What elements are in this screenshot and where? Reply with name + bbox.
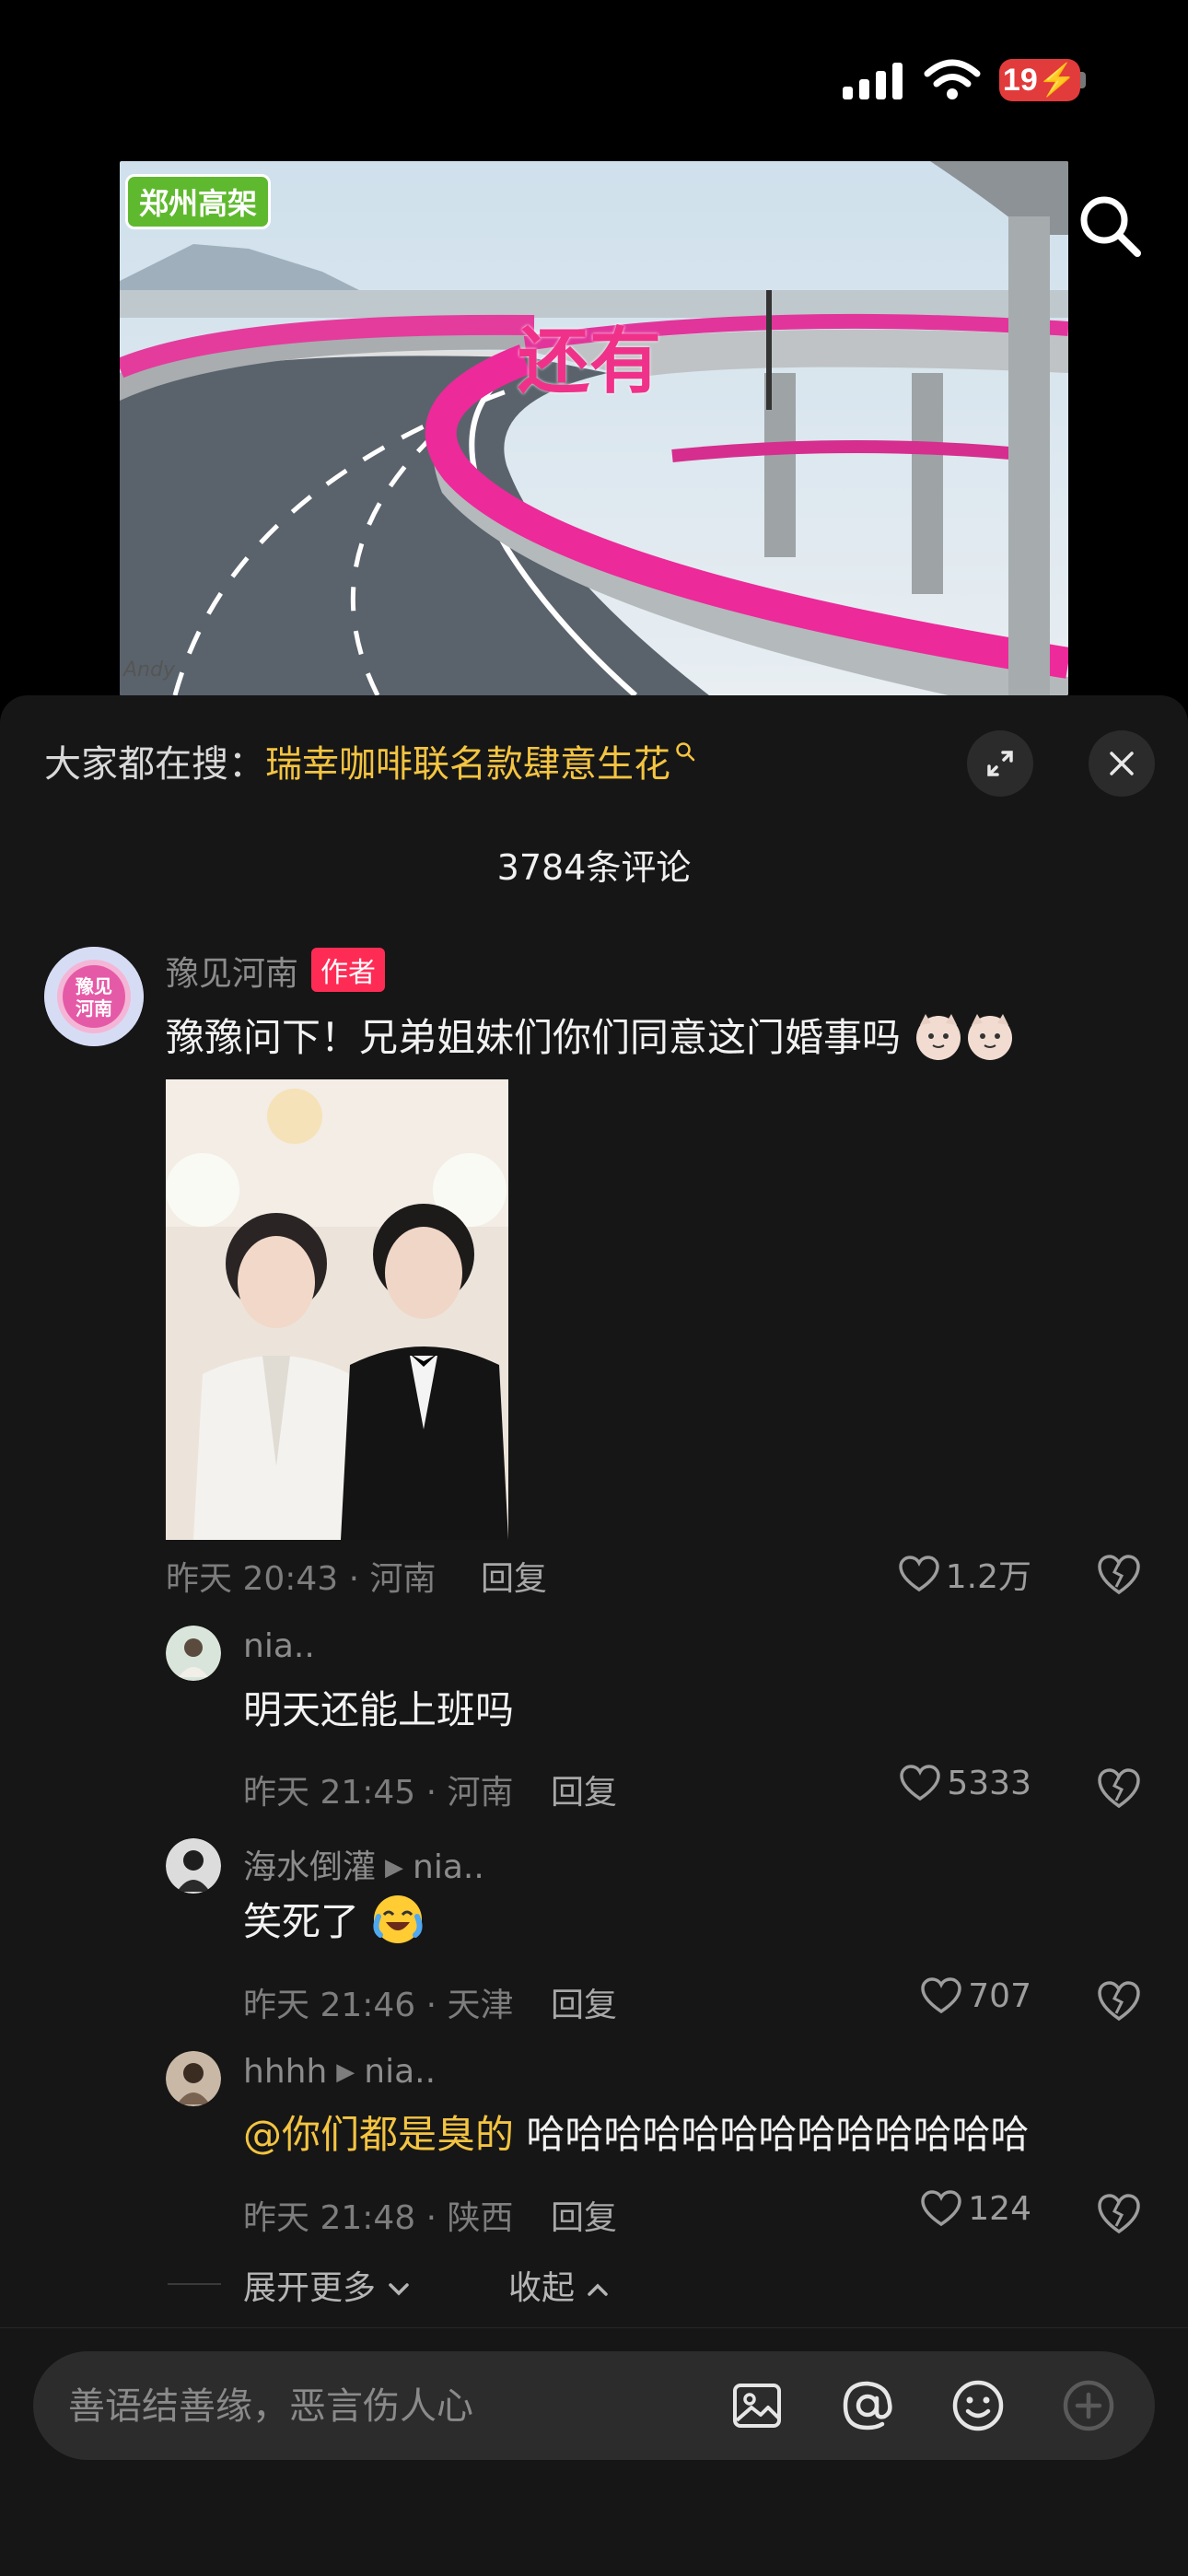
close-icon: [1110, 752, 1134, 775]
reply-button[interactable]: 回复: [551, 2191, 617, 2239]
comment-meta: 昨天 21:46 · 天津: [243, 1987, 514, 2024]
comment-meta: 昨天 20:43 · 河南: [166, 1560, 437, 1598]
reply-button[interactable]: 回复: [551, 1766, 617, 1813]
video-player[interactable]: 郑州高架 还有 Andy: [120, 161, 1068, 695]
heart-icon: [900, 1765, 941, 1801]
reply-to-arrow-icon: ▶: [336, 2058, 355, 2086]
video-frame: [120, 161, 1068, 695]
comment-body: 笑死了: [243, 1899, 360, 1944]
comment-username[interactable]: nia..: [243, 1627, 315, 1665]
avatar-image: [166, 2051, 221, 2106]
status-bar: 19⚡: [0, 0, 1188, 161]
comment-text: 笑死了: [243, 1891, 425, 1947]
heart-icon: [921, 1977, 962, 2014]
like-count: 1.2万: [945, 1558, 1031, 1596]
expand-icon: [987, 751, 1013, 776]
svg-text:豫见: 豫见: [76, 975, 112, 997]
collapse-button[interactable]: 收起: [508, 2261, 611, 2309]
avatar-image: 豫见 河南: [44, 947, 144, 1046]
avatar[interactable]: 豫见 河南: [44, 947, 144, 1046]
comment-input[interactable]: [66, 2351, 715, 2462]
username-text[interactable]: hhhh: [243, 2053, 327, 2091]
video-corner-mark: Andy: [123, 659, 175, 682]
wedding-photo: [166, 1079, 508, 1540]
like-count: 5333: [947, 1764, 1031, 1802]
hot-search-bar[interactable]: 大家都在搜： 瑞幸咖啡联名款肆意生花: [44, 734, 696, 787]
dislike-icon[interactable]: [1096, 1978, 1142, 2024]
thread-divider: [168, 2283, 221, 2285]
mention-link[interactable]: @你们都是臭的: [243, 2112, 514, 2157]
like-button[interactable]: 707: [829, 1976, 1031, 2015]
dislike-icon[interactable]: [1096, 1552, 1142, 1598]
username-text[interactable]: 豫见河南: [166, 955, 298, 993]
cat-emoji-icon: [916, 1014, 961, 1060]
comment-text: 明天还能上班吗: [243, 1687, 515, 1732]
channel-logo: 郑州高架: [125, 174, 272, 229]
reply-to-arrow-icon: ▶: [385, 1854, 404, 1882]
like-count: 707: [968, 1976, 1031, 2015]
chevron-down-icon: [389, 2283, 410, 2296]
avatar[interactable]: [166, 1838, 221, 1894]
expand-more-button[interactable]: 展开更多: [243, 2261, 412, 2309]
svg-text:河南: 河南: [76, 997, 112, 1020]
reply-to-user[interactable]: nia..: [413, 1848, 484, 1886]
cat-emoji-icon: [968, 1014, 1013, 1060]
like-button[interactable]: 124: [829, 2189, 1031, 2228]
username-text[interactable]: 海水倒灌: [243, 1848, 376, 1886]
dislike-icon[interactable]: [1096, 2191, 1142, 2237]
comment-meta: 昨天 21:45 · 河南: [243, 1774, 514, 1812]
laugh-cry-emoji-icon: [373, 1895, 423, 1943]
comment-username[interactable]: 豫见河南 作者: [166, 947, 386, 995]
add-icon[interactable]: [1059, 2376, 1118, 2435]
wifi-icon: [924, 59, 981, 99]
avatar-image: [166, 1626, 221, 1681]
reply-button[interactable]: 回复: [481, 1552, 547, 1600]
reply-to-user[interactable]: nia..: [364, 2053, 436, 2091]
comment-text: @你们都是臭的 哈哈哈哈哈哈哈哈哈哈哈哈哈: [243, 2104, 1029, 2160]
chevron-up-icon: [588, 2283, 609, 2296]
emoji-icon[interactable]: [949, 2376, 1007, 2435]
dislike-icon[interactable]: [1096, 1766, 1142, 1812]
image-icon[interactable]: [728, 2376, 786, 2435]
cellular-signal-icon: [843, 63, 903, 99]
like-button[interactable]: 1.2万: [829, 1550, 1031, 1598]
comment-input-bar[interactable]: [33, 2351, 1155, 2462]
comment-username[interactable]: 海水倒灌 ▶ nia..: [243, 1840, 484, 1888]
like-button[interactable]: 5333: [829, 1764, 1031, 1802]
fullscreen-button[interactable]: [967, 730, 1033, 797]
avatar-image: [166, 1838, 221, 1894]
like-count: 124: [968, 2189, 1031, 2228]
search-mini-icon: [676, 742, 695, 762]
hot-search-keyword[interactable]: 瑞幸咖啡联名款肆意生花: [265, 734, 670, 787]
collapse-label: 收起: [508, 2269, 576, 2307]
comment-text: 豫豫问下！兄弟姐妹们你们同意这门婚事吗: [166, 1007, 1016, 1063]
avatar[interactable]: [166, 1626, 221, 1681]
battery-level: 19: [1002, 63, 1038, 98]
avatar[interactable]: [166, 2051, 221, 2106]
heart-icon: [898, 1556, 939, 1592]
comment-body: 哈哈哈哈哈哈哈哈哈哈哈哈哈: [526, 2112, 1030, 2157]
hot-search-prefix: 大家都在搜：: [44, 743, 265, 786]
search-icon[interactable]: [1073, 189, 1147, 262]
expand-more-label: 展开更多: [243, 2269, 377, 2307]
at-mention-icon[interactable]: [838, 2376, 897, 2435]
comment-meta: 昨天 21:48 · 陕西: [243, 2199, 514, 2237]
comment-body: 豫豫问下！兄弟姐妹们你们同意这门婚事吗: [166, 1015, 902, 1060]
comment-image[interactable]: [166, 1079, 508, 1540]
close-button[interactable]: [1089, 730, 1155, 797]
video-caption-overlay: 还有: [518, 321, 662, 403]
reply-button[interactable]: 回复: [551, 1978, 617, 2026]
comment-count: 3784条评论: [496, 847, 692, 888]
comment-sheet: 大家都在搜： 瑞幸咖啡联名款肆意生花 3784条评论 豫见 河南 豫见河南 作者 …: [0, 695, 1188, 2575]
battery-cap: [1080, 72, 1086, 88]
battery-icon: 19⚡: [999, 59, 1080, 101]
heart-icon: [921, 2190, 962, 2227]
comment-username[interactable]: hhhh ▶ nia..: [243, 2053, 436, 2091]
author-badge: 作者: [311, 948, 386, 992]
